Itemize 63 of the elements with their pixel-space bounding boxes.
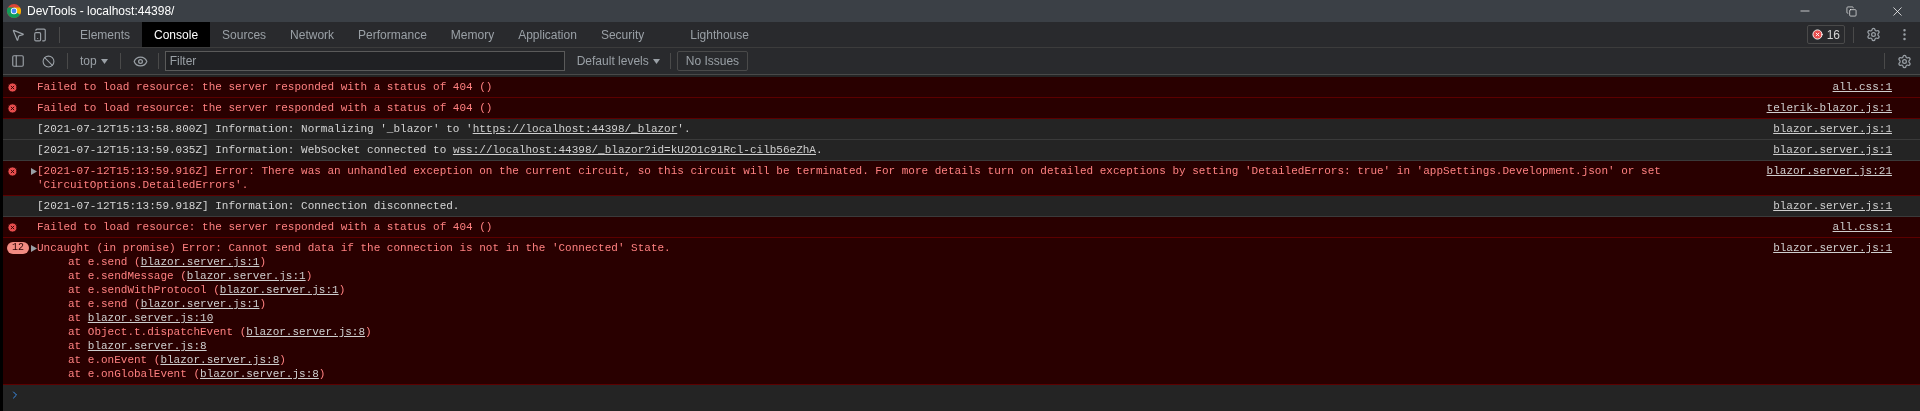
log-levels-dropdown[interactable]: Default levels <box>572 52 664 70</box>
link[interactable]: blazor.server.js:1 <box>219 284 339 296</box>
link[interactable]: blazor.server.js:1 <box>140 298 260 310</box>
stack-frame: at blazor.server.js:8 <box>68 340 207 352</box>
source-link[interactable]: blazor.server.js:1 <box>1773 199 1892 213</box>
message-text: Failed to load resource: the server responded with a status of 404 () <box>37 101 494 115</box>
expand-triangle-icon[interactable] <box>31 244 37 252</box>
source-link[interactable]: telerik-blazor.js:1 <box>1766 101 1892 115</box>
source-link[interactable]: all.css:1 <box>1832 80 1892 94</box>
stack-frame: at e.send (blazor.server.js:1) <box>68 298 267 310</box>
link[interactable]: blazor.server.js:8 <box>246 326 366 338</box>
browser-logo-icon <box>7 4 21 18</box>
message-text: Uncaught (in promise) Error: Cannot send data if the connection is not in the 'Connected' State. <box>37 241 672 255</box>
link[interactable]: blazor.server.js:8 <box>87 340 207 352</box>
message-text: [2021-07-12T15:13:59.918Z] Information: Connection disconnected. <box>37 199 461 213</box>
stack-frame: at e.send (blazor.server.js:1) <box>68 256 267 268</box>
expand-triangle-icon[interactable] <box>31 167 37 175</box>
panel-tab[interactable]: Network <box>278 22 347 47</box>
stack-frame: at e.onEvent (blazor.server.js:8) <box>68 354 286 366</box>
source-link[interactable]: blazor.server.js:21 <box>1766 164 1892 178</box>
link[interactable]: wss://localhost:44398/_blazor?id=kU2O1c91Rcl-cilb56eZhA <box>452 144 816 156</box>
restore-icon[interactable] <box>1845 5 1857 17</box>
context-dropdown[interactable]: top <box>76 52 112 70</box>
panel-tab[interactable]: Elements <box>68 22 143 47</box>
link[interactable]: https://localhost:44398/_blazor <box>472 123 678 135</box>
dropdown-caret-icon <box>652 58 660 64</box>
source-link[interactable]: all.css:1 <box>1832 220 1892 234</box>
error-icon <box>7 165 18 177</box>
stack-frame: at blazor.server.js:10 <box>68 312 214 324</box>
link[interactable]: blazor.server.js:10 <box>87 312 214 324</box>
panel-tab[interactable]: Application <box>506 22 589 47</box>
link[interactable]: blazor.server.js:8 <box>160 354 280 366</box>
error-icon <box>7 221 18 233</box>
message-text: [2021-07-12T15:13:59.035Z] Information: WebSocket connected to wss://localhost:44398/_blazor?id=kU2O1c91Rcl-cilb56eZhA. <box>37 143 824 157</box>
message-text: Failed to load resource: the server responded with a status of 404 () <box>37 220 494 234</box>
issues-button[interactable]: No Issues <box>676 51 749 71</box>
dropdown-caret-icon <box>100 58 108 64</box>
repeat-count-badge: 12 <box>7 242 29 254</box>
filter-field[interactable]: Filter <box>164 51 565 71</box>
panel-tab[interactable]: Memory <box>438 22 507 47</box>
stack-frame: at e.sendMessage (blazor.server.js:1) <box>68 270 313 282</box>
panel-tab[interactable]: Security <box>588 22 657 47</box>
panel-tab[interactable]: Lighthouse <box>678 22 761 47</box>
window-title: DevTools - localhost:44398/ <box>27 3 175 20</box>
error-icon <box>1811 29 1823 40</box>
error-icon <box>7 81 18 93</box>
panel-tab[interactable]: Console <box>142 22 211 47</box>
error-icon <box>7 102 18 114</box>
message-text: [2021-07-12T15:13:59.916Z] Error: There was an unhandled exception on the current circuit, so this circuit will be terminated. For more details turn on detailed exceptions by setting 'DetailedErrors: true' in 'appSettings.Development.json' or set 'CircuitOptions.DetailedErrors'. <box>37 164 1662 192</box>
source-link[interactable]: blazor.server.js:1 <box>1773 143 1892 157</box>
link[interactable]: blazor.server.js:8 <box>200 368 319 380</box>
stack-frame: at e.onGlobalEvent (blazor.server.js:8) <box>68 368 326 380</box>
message-text: [2021-07-12T15:13:58.800Z] Information: Normalizing '_blazor' to 'https://localhost:44398/_blazor'. <box>37 122 692 136</box>
link[interactable]: blazor.server.js:1 <box>186 270 306 282</box>
link[interactable]: blazor.server.js:1 <box>140 256 260 268</box>
error-counter[interactable]: 16 <box>1806 25 1845 44</box>
stack-frame: at Object.t.dispatchEvent (blazor.server.js:8) <box>68 326 372 338</box>
message-text: Failed to load resource: the server responded with a status of 404 () <box>37 80 494 94</box>
source-link[interactable]: blazor.server.js:1 <box>1773 241 1892 255</box>
panel-tab[interactable]: Performance <box>346 22 439 47</box>
panel-tab[interactable]: Sources <box>210 22 279 47</box>
source-link[interactable]: blazor.server.js:1 <box>1773 122 1892 136</box>
stack-frame: at e.sendWithProtocol (blazor.server.js:1) <box>68 284 346 296</box>
